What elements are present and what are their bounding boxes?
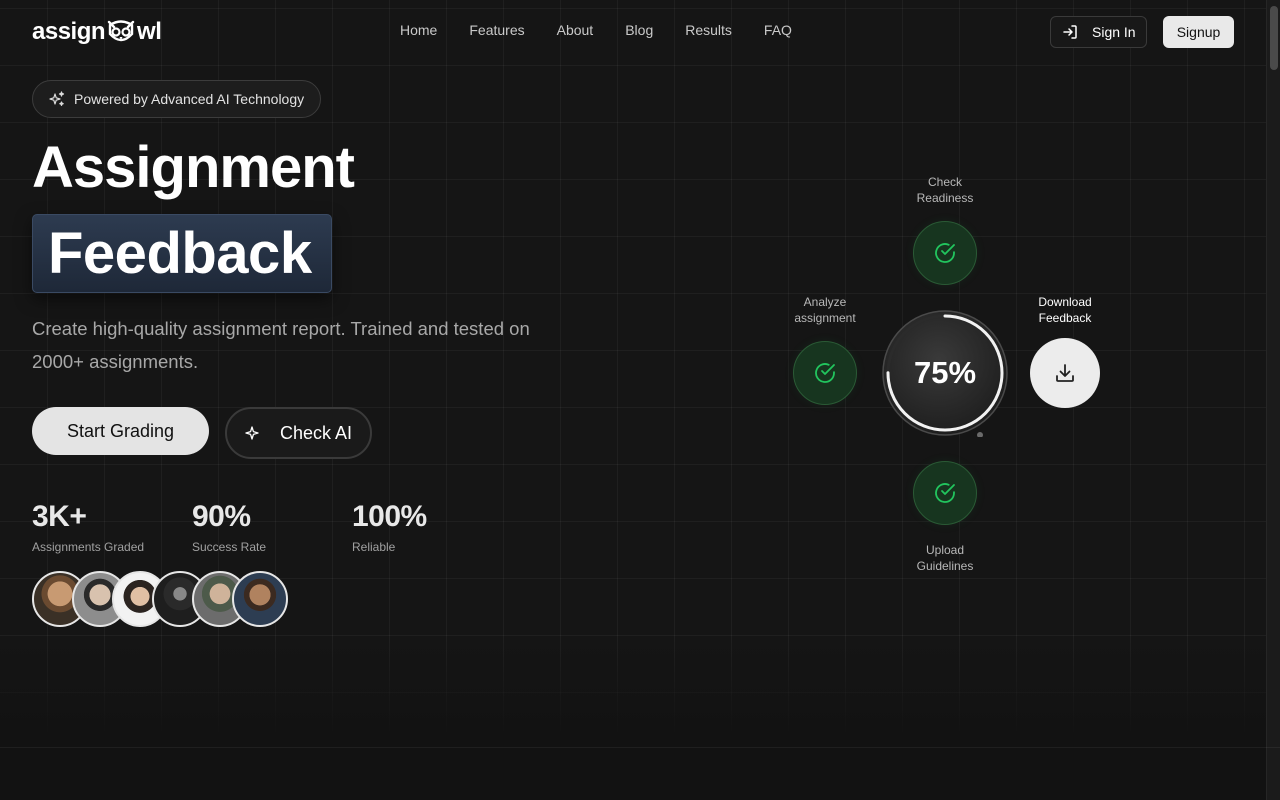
progress-value: 75% — [913, 355, 977, 390]
nav-about[interactable]: About — [557, 22, 594, 38]
sparkles-icon — [49, 91, 65, 106]
brand-logo[interactable]: assign wl — [32, 17, 162, 47]
stats-row: 3K+ Assignments Graded 90% Success Rate … — [32, 500, 512, 554]
step-label-line: Readiness — [916, 191, 974, 205]
step-label-line: assignment — [794, 311, 856, 325]
check-circle-icon — [935, 243, 955, 263]
stat-label: Reliable — [352, 540, 396, 554]
stat-value: 3K+ — [32, 500, 87, 533]
signup-button[interactable]: Signup — [1163, 16, 1234, 48]
check-circle-icon — [815, 363, 835, 383]
step-label-line: Check — [927, 175, 962, 189]
hero-title-line2: Feedback — [48, 221, 312, 286]
download-feedback-button[interactable] — [1030, 338, 1100, 408]
download-icon — [1056, 364, 1074, 382]
stat-value: 90% — [192, 500, 251, 533]
step-check-readiness[interactable] — [913, 221, 977, 285]
nav-home[interactable]: Home — [400, 22, 437, 38]
stat-label: Assignments Graded — [32, 540, 145, 554]
nav-features[interactable]: Features — [469, 22, 524, 38]
avatar — [232, 571, 288, 627]
step-label-line: Analyze — [803, 295, 847, 309]
hero-subtitle: Create high-quality assignment report. T… — [32, 318, 530, 372]
nav-blog[interactable]: Blog — [625, 22, 653, 38]
sparkle-icon — [245, 426, 259, 440]
check-ai-button[interactable]: Check AI — [225, 407, 372, 459]
nav-results[interactable]: Results — [685, 22, 732, 38]
step-label-download: Download Feedback — [1020, 294, 1110, 326]
owl-logo-icon — [107, 20, 135, 42]
stat-value: 100% — [352, 500, 427, 533]
scrollbar[interactable] — [1266, 0, 1280, 800]
step-analyze[interactable] — [793, 341, 857, 405]
stat-reliable: 100% Reliable — [352, 500, 512, 554]
step-label-line: Guidelines — [916, 559, 974, 573]
hero-title-line1: Assignment — [32, 135, 355, 200]
section-divider — [0, 747, 1280, 748]
sign-in-label: Sign In — [1092, 24, 1136, 40]
login-icon — [1063, 25, 1077, 39]
site-header: assign wl Home Features About Blog Resul… — [0, 0, 1266, 64]
ai-badge: Powered by Advanced AI Technology — [32, 80, 322, 118]
step-label-analyze: Analyze assignment — [780, 294, 870, 326]
step-label-line: Download — [1038, 295, 1092, 309]
main-nav: Home Features About Blog Results FAQ — [400, 22, 824, 38]
start-grading-button[interactable]: Start Grading — [32, 407, 209, 455]
sign-in-button[interactable]: Sign In — [1050, 16, 1147, 48]
scrollbar-thumb[interactable] — [1270, 6, 1278, 70]
badge-text: Powered by Advanced AI Technology — [74, 91, 305, 107]
brand-name-left: assign — [32, 18, 106, 45]
step-label-line: Upload — [925, 543, 965, 557]
stat-label: Success Rate — [192, 540, 267, 554]
check-circle-icon — [935, 483, 955, 503]
check-ai-label: Check AI — [280, 422, 353, 443]
stat-graded: 3K+ Assignments Graded — [32, 500, 192, 554]
step-label-upload: Upload Guidelines — [900, 542, 990, 574]
brand-name-right: wl — [137, 18, 162, 45]
nav-faq[interactable]: FAQ — [764, 22, 792, 38]
stat-success: 90% Success Rate — [192, 500, 352, 554]
step-label-line: Feedback — [1038, 311, 1092, 325]
step-upload[interactable] — [913, 461, 977, 525]
step-label-check-readiness: Check Readiness — [900, 174, 990, 206]
hero-title-highlight: Feedback — [32, 214, 332, 293]
